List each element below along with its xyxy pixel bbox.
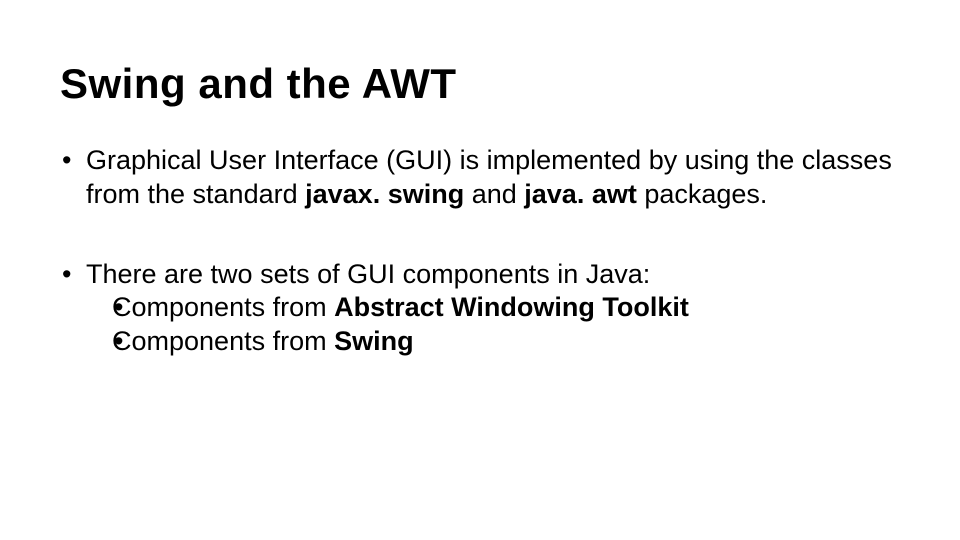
bullet-item-2: There are two sets of GUI components in … xyxy=(60,258,900,359)
text-run: Components from xyxy=(112,326,334,356)
text-run: and xyxy=(472,179,525,209)
slide: Swing and the AWT Graphical User Interfa… xyxy=(0,0,960,540)
text-bold: Swing xyxy=(334,326,414,356)
sub-bullet-item-1: Components from Abstract Windowing Toolk… xyxy=(86,291,900,325)
sub-bullet-item-2: Components from Swing xyxy=(86,325,900,359)
text-bold: Abstract Windowing Toolkit xyxy=(334,292,689,322)
bullet-item-1: Graphical User Interface (GUI) is implem… xyxy=(60,144,900,212)
text-run: packages. xyxy=(644,179,767,209)
text-bold: javax. swing xyxy=(305,179,472,209)
slide-title: Swing and the AWT xyxy=(60,60,900,108)
text-run: There are two sets of GUI components in … xyxy=(86,259,650,289)
text-bold: java. awt xyxy=(524,179,644,209)
slide-body: Graphical User Interface (GUI) is implem… xyxy=(60,144,900,359)
text-run: Components from xyxy=(112,292,334,322)
